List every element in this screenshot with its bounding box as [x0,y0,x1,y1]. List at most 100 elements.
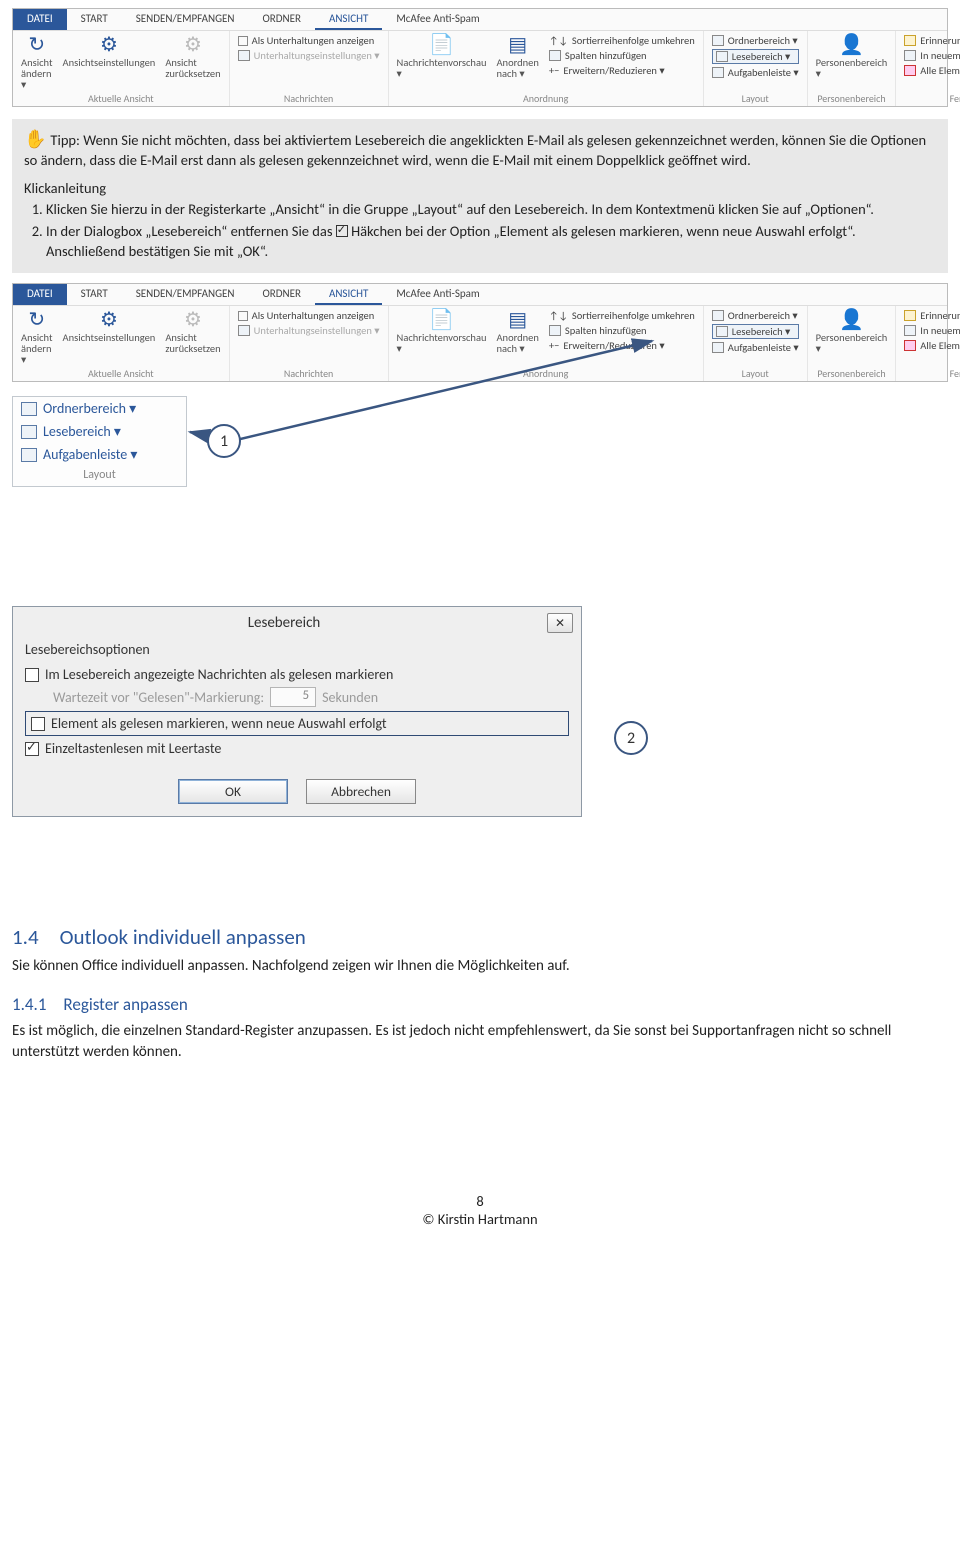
todo-bar-button-2[interactable]: Aufgabenleiste ▾ [712,341,799,354]
ribbon-tabs: DATEI START SENDEN/EMPFANGEN ORDNER ANSI… [13,9,947,31]
page-footer: 8 © Kirstin Hartmann [12,1192,948,1238]
tab-file[interactable]: DATEI [13,9,67,30]
message-preview-button-2[interactable]: 📄Nachrichtenvorschau ▾ [397,309,487,354]
people-pane-button[interactable]: 👤Personenbereich ▾ [816,34,888,79]
tab-view-2[interactable]: ANSICHT [315,284,382,305]
wait-seconds-input[interactable]: 5 [270,687,316,707]
checked-box-icon [336,225,348,237]
step-1: Klicken Sie hierzu in der Registerkarte … [46,200,936,220]
cancel-button[interactable]: Abbrechen [306,779,416,804]
arrange-by-button-2[interactable]: ▤Anordnen nach ▾ [496,309,538,354]
close-all-icon [904,65,916,76]
folder-pane-icon [712,35,724,46]
folder-pane-button[interactable]: Ordnerbereich ▾ [712,34,799,47]
tab-folder[interactable]: ORDNER [249,9,315,30]
expand-reduce-button-2[interactable]: +−Erweitern/Reduzieren ▾ [549,339,695,352]
heading-1-4-1: 1.4.1 Register anpassen [12,994,948,1015]
zoom-reading-pane-button[interactable]: Lesebereich ▾ [13,420,186,443]
close-all-items-button[interactable]: Alle Elemente schließen [904,64,960,77]
tab-send-receive-2[interactable]: SENDEN/EMPFANGEN [122,284,249,305]
add-columns-button-2[interactable]: Spalten hinzufügen [549,324,695,337]
tab-view[interactable]: ANSICHT [315,9,382,30]
add-columns-button[interactable]: Spalten hinzufügen [549,49,695,62]
callout-2: 2 [614,721,648,755]
todo-bar-icon [712,67,724,78]
page-number: 8 [12,1192,948,1210]
copyright: © Kirstin Hartmann [12,1210,948,1228]
people-pane-button-2[interactable]: 👤Personenbereich ▾ [816,309,888,354]
bell-icon [904,35,916,46]
conversation-settings-button-2[interactable]: Unterhaltungseinstellungen ▾ [238,324,380,337]
folder-pane-button-2[interactable]: Ordnerbereich ▾ [712,309,799,322]
outlook-ribbon-repeat: DATEI START SENDEN/EMPFANGEN ORDNER ANSI… [12,283,948,382]
dialog-opt-mark-read[interactable]: Im Lesebereich angezeigte Nachrichten al… [25,664,569,685]
folder-pane-icon [21,402,37,416]
close-all-items-button-2[interactable]: Alle Elemente schließen [904,339,960,352]
reminders-window-button[interactable]: Erinnerungsfenster [904,34,960,47]
reading-pane-icon [21,425,37,439]
view-reset-button[interactable]: ⚙Ansicht zurücksetzen [165,34,220,79]
reading-pane-dialog: Lesebereich ✕ Lesebereichsoptionen Im Le… [12,606,582,817]
settings-icon [238,50,250,61]
layout-group-zoom: Ordnerbereich ▾ Lesebereich ▾ Aufgabenle… [12,396,187,487]
zoom-todo-bar-button[interactable]: Aufgabenleiste ▾ [13,443,186,466]
tab-mcafee-2[interactable]: McAfee Anti-Spam [382,284,493,305]
dialog-wait-row: Wartezeit vor "Gelesen"-Markierung: 5 Se… [25,685,569,709]
dialog-opt-mark-on-select[interactable]: Element als gelesen markieren, wenn neue… [25,711,569,736]
todo-bar-button[interactable]: Aufgabenleiste ▾ [712,66,799,79]
illustration-dialog: Lesebereich ✕ Lesebereichsoptionen Im Le… [12,606,948,896]
arrange-by-button[interactable]: ▤Anordnen nach ▾ [496,34,538,79]
step-2: In der Dialogbox „Lesebereich“ entfernen… [46,222,936,261]
open-new-window-button-2[interactable]: In neuem Fenster öffnen [904,324,960,337]
checkbox-icon [31,717,45,731]
heading-1-4: 1.4 Outlook individuell anpassen [12,924,948,950]
callout-1: 1 [207,424,241,458]
tip-text: Tipp: Wenn Sie nicht möchten, dass bei a… [24,131,926,169]
paragraph-1-4-1: Es ist möglich, die einzelnen Standard-R… [12,1021,948,1062]
open-new-window-button[interactable]: In neuem Fenster öffnen [904,49,960,62]
klickanleitung-label: Klickanleitung [24,179,936,199]
reading-pane-button-2[interactable]: Lesebereich ▾ [712,324,799,339]
tab-mcafee[interactable]: McAfee Anti-Spam [382,9,493,30]
dialog-opt-spacebar[interactable]: Einzeltastenlesen mit Leertaste [25,738,569,759]
tab-start-2[interactable]: START [67,284,122,305]
reading-pane-icon [716,51,728,62]
tab-folder-2[interactable]: ORDNER [249,284,315,305]
tab-send-receive[interactable]: SENDEN/EMPFANGEN [122,9,249,30]
dialog-subtitle: Lesebereichsoptionen [25,641,569,658]
dialog-close-button[interactable]: ✕ [547,613,573,633]
reverse-sort-button-2[interactable]: ↑↓Sortierreihenfolge umkehren [549,309,695,322]
paragraph-1-4: Sie können Office individuell anpassen. … [12,956,948,976]
tab-file-2[interactable]: DATEI [13,284,67,305]
group-label-current-view: Aktuelle Ansicht [21,92,221,105]
tip-block: ✋Tipp: Wenn Sie nicht möchten, dass bei … [12,119,948,273]
group-label-layout: Layout [712,92,799,105]
sort-arrows-icon: ↑↓ [549,34,568,47]
view-settings-button[interactable]: ⚙Ansichtseinstellungen [63,34,156,68]
show-conversations-checkbox-2[interactable]: Als Unterhaltungen anzeigen [238,309,380,322]
ok-button[interactable]: OK [178,779,288,804]
reminders-window-button-2[interactable]: Erinnerungsfenster [904,309,960,322]
reverse-sort-button[interactable]: ↑↓Sortierreihenfolge umkehren [549,34,695,47]
reading-pane-button[interactable]: Lesebereich ▾ [712,49,799,64]
expand-reduce-button[interactable]: +−Erweitern/Reduzieren ▾ [549,64,695,77]
expand-icon: +− [549,64,559,77]
view-change-button-2[interactable]: ↻Ansicht ändern ▾ [21,309,53,365]
new-window-icon [904,50,916,61]
group-label-window: Fenster [904,92,960,105]
show-conversations-checkbox[interactable]: Als Unterhaltungen anzeigen [238,34,380,47]
todo-bar-icon [21,448,37,462]
zoom-group-label: Layout [13,466,186,486]
dialog-title: Lesebereich [21,614,547,632]
checkbox-icon [238,36,248,46]
checkbox-checked-icon [25,742,39,756]
message-preview-button[interactable]: 📄Nachrichtenvorschau ▾ [397,34,487,79]
tab-start[interactable]: START [67,9,122,30]
instruction-list: Klicken Sie hierzu in der Registerkarte … [24,200,936,261]
zoom-folder-pane-button[interactable]: Ordnerbereich ▾ [13,397,186,420]
view-settings-button-2[interactable]: ⚙Ansichtseinstellungen [63,309,156,343]
view-change-button[interactable]: ↻Ansicht ändern ▾ [21,34,53,90]
conversation-settings-button[interactable]: Unterhaltungseinstellungen ▾ [238,49,380,62]
group-label-messages: Nachrichten [238,92,380,105]
view-reset-button-2[interactable]: ⚙Ansicht zurücksetzen [165,309,220,354]
